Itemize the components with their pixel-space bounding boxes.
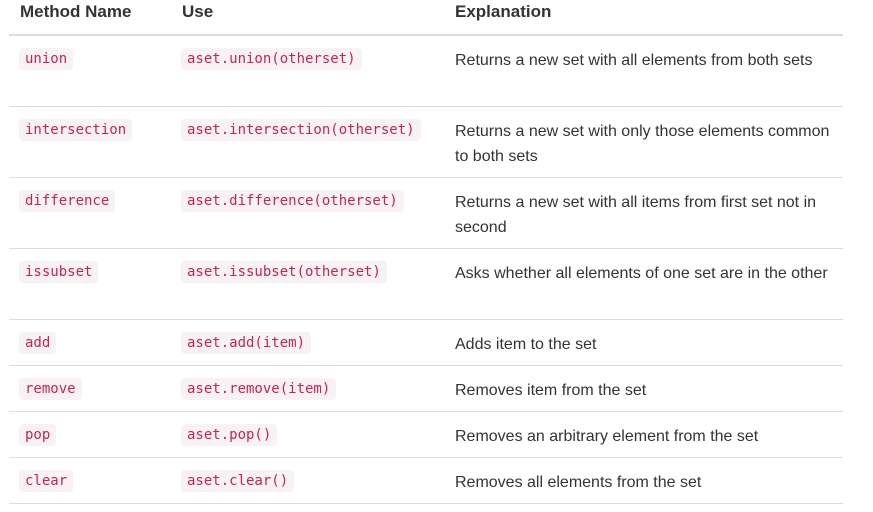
table-row: intersection aset.intersection(otherset)… [9, 107, 843, 178]
explanation-cell: Removes an arbitrary element from the se… [455, 428, 759, 445]
table-row: clear aset.clear() Removes all elements … [9, 458, 843, 504]
use-cell: aset.intersection(otherset) [181, 119, 421, 141]
use-cell: aset.difference(otherset) [181, 190, 404, 212]
explanation-cell: Returns a new set with all elements from… [455, 52, 813, 69]
use-cell: aset.issubset(otherset) [181, 261, 387, 283]
method-name-cell: issubset [19, 261, 99, 283]
table-header: Method Name Use Explanation [9, 0, 843, 36]
table-row: remove aset.remove(item) Removes item fr… [9, 366, 843, 412]
table-row: difference aset.difference(otherset) Ret… [9, 178, 843, 249]
table-row: pop aset.pop() Removes an arbitrary elem… [9, 412, 843, 458]
method-name-cell: union [19, 48, 74, 70]
explanation-cell: Adds item to the set [455, 336, 597, 353]
table-row: union aset.union(otherset) Returns a new… [9, 36, 843, 107]
explanation-cell: Removes all elements from the set [455, 474, 702, 491]
method-name-cell: add [19, 332, 57, 354]
header-use: Use [182, 2, 214, 21]
use-cell: aset.union(otherset) [181, 48, 362, 70]
method-name-cell: pop [19, 424, 57, 446]
explanation-cell: Asks whether all elements of one set are… [455, 265, 828, 282]
method-name-cell: clear [19, 470, 74, 492]
explanation-cell: Returns a new set with all items from fi… [455, 194, 817, 236]
use-cell: aset.pop() [181, 424, 278, 446]
table-row: add aset.add(item) Adds item to the set [9, 320, 843, 366]
method-name-cell: difference [19, 190, 116, 212]
use-cell: aset.clear() [181, 470, 295, 492]
use-cell: aset.remove(item) [181, 378, 337, 400]
table-row: issubset aset.issubset(otherset) Asks wh… [9, 249, 843, 320]
method-name-cell: remove [19, 378, 82, 400]
method-name-cell: intersection [19, 119, 133, 141]
use-cell: aset.add(item) [181, 332, 312, 354]
header-method-name: Method Name [20, 2, 132, 21]
set-methods-table: Method Name Use Explanation union aset.u… [9, 0, 843, 504]
header-explanation: Explanation [455, 2, 552, 21]
explanation-cell: Returns a new set with only those elemen… [455, 123, 830, 165]
explanation-cell: Removes item from the set [455, 382, 647, 399]
